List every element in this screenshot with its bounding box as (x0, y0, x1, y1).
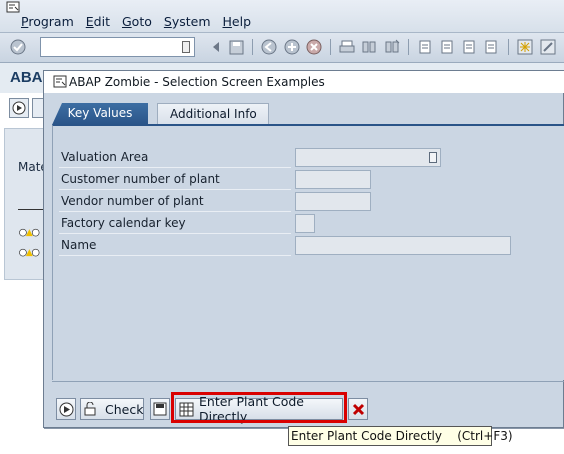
enter-plant-code-button[interactable]: Enter Plant Code Directly (175, 394, 343, 424)
check-button[interactable]: Check (80, 398, 144, 420)
first-page-icon[interactable] (416, 38, 434, 56)
command-dropdown-icon[interactable] (182, 41, 190, 53)
save-icon (152, 401, 168, 417)
name-label: Name (61, 238, 97, 252)
check-icon (83, 401, 98, 417)
menu-goto[interactable]: Goto (122, 14, 152, 29)
name-field[interactable] (295, 236, 511, 255)
save-button[interactable] (150, 398, 170, 420)
enter-check-icon[interactable] (9, 38, 27, 56)
collapse-arrow-icon[interactable] (207, 38, 225, 56)
check-label: Check (105, 401, 144, 417)
back-icon[interactable] (260, 38, 278, 56)
find-next-icon[interactable] (383, 38, 401, 56)
traffic-light-icon: ●▲● (19, 248, 40, 259)
cancel-button[interactable] (348, 398, 368, 420)
app-title: ABA (10, 69, 43, 86)
tab-additional-info[interactable]: Additional Info (157, 103, 269, 125)
command-field[interactable] (40, 37, 195, 57)
dialog-titlebar: ABAP Zombie - Selection Screen Examples (44, 71, 564, 93)
field-row: Name (59, 234, 559, 256)
print-icon[interactable] (338, 38, 356, 56)
new-session-icon[interactable] (516, 38, 534, 56)
customer-number-label: Customer number of plant (61, 172, 220, 186)
field-row: Vendor number of plant (59, 190, 559, 212)
button-tooltip: Enter Plant Code Directly (Ctrl+F3) (288, 426, 513, 446)
execute-icon[interactable] (9, 98, 29, 118)
save-icon[interactable] (227, 38, 245, 56)
close-icon (350, 401, 366, 417)
vendor-number-field[interactable] (295, 192, 371, 211)
vendor-number-label: Vendor number of plant (61, 194, 204, 208)
customer-number-field[interactable] (295, 170, 371, 189)
field-row: Factory calendar key (59, 212, 559, 234)
enter-plant-code-label: Enter Plant Code Directly (199, 394, 304, 424)
tab-key-values[interactable]: Key Values (52, 103, 148, 125)
selection-dialog: ABAP Zombie - Selection Screen Examples … (43, 70, 564, 428)
key-values-panel: Valuation Area Customer number of plant … (52, 124, 564, 380)
previous-page-icon[interactable] (438, 38, 456, 56)
system-menu-icon[interactable] (6, 1, 20, 13)
shortcut-icon[interactable] (539, 38, 557, 56)
dialog-menu-icon[interactable] (53, 75, 67, 88)
menu-bar: Program Edit Goto System Help (0, 0, 564, 33)
menu-help[interactable]: Help (223, 14, 252, 29)
valuation-area-dropdown-icon[interactable] (429, 152, 437, 163)
execute-icon (58, 401, 74, 417)
execute-button[interactable] (56, 398, 76, 420)
menu-system[interactable]: System (164, 14, 211, 29)
cancel-icon[interactable] (305, 38, 323, 56)
factory-calendar-field[interactable] (295, 214, 315, 233)
last-page-icon[interactable] (482, 38, 500, 56)
field-row: Valuation Area (59, 146, 559, 168)
dialog-title: ABAP Zombie - Selection Screen Examples (69, 75, 325, 89)
next-page-icon[interactable] (460, 38, 478, 56)
factory-calendar-label: Factory calendar key (61, 216, 186, 230)
table-icon (179, 401, 194, 417)
standard-toolbar (0, 33, 564, 63)
menu-program[interactable]: Program (21, 14, 74, 29)
exit-icon[interactable] (283, 38, 301, 56)
find-icon[interactable] (360, 38, 378, 56)
traffic-light-icon: ●▲● (19, 228, 40, 239)
menu-edit[interactable]: Edit (86, 14, 110, 29)
footer-separator (52, 381, 564, 382)
valuation-area-field[interactable] (295, 148, 441, 167)
valuation-area-label: Valuation Area (61, 150, 149, 164)
field-row: Customer number of plant (59, 168, 559, 190)
